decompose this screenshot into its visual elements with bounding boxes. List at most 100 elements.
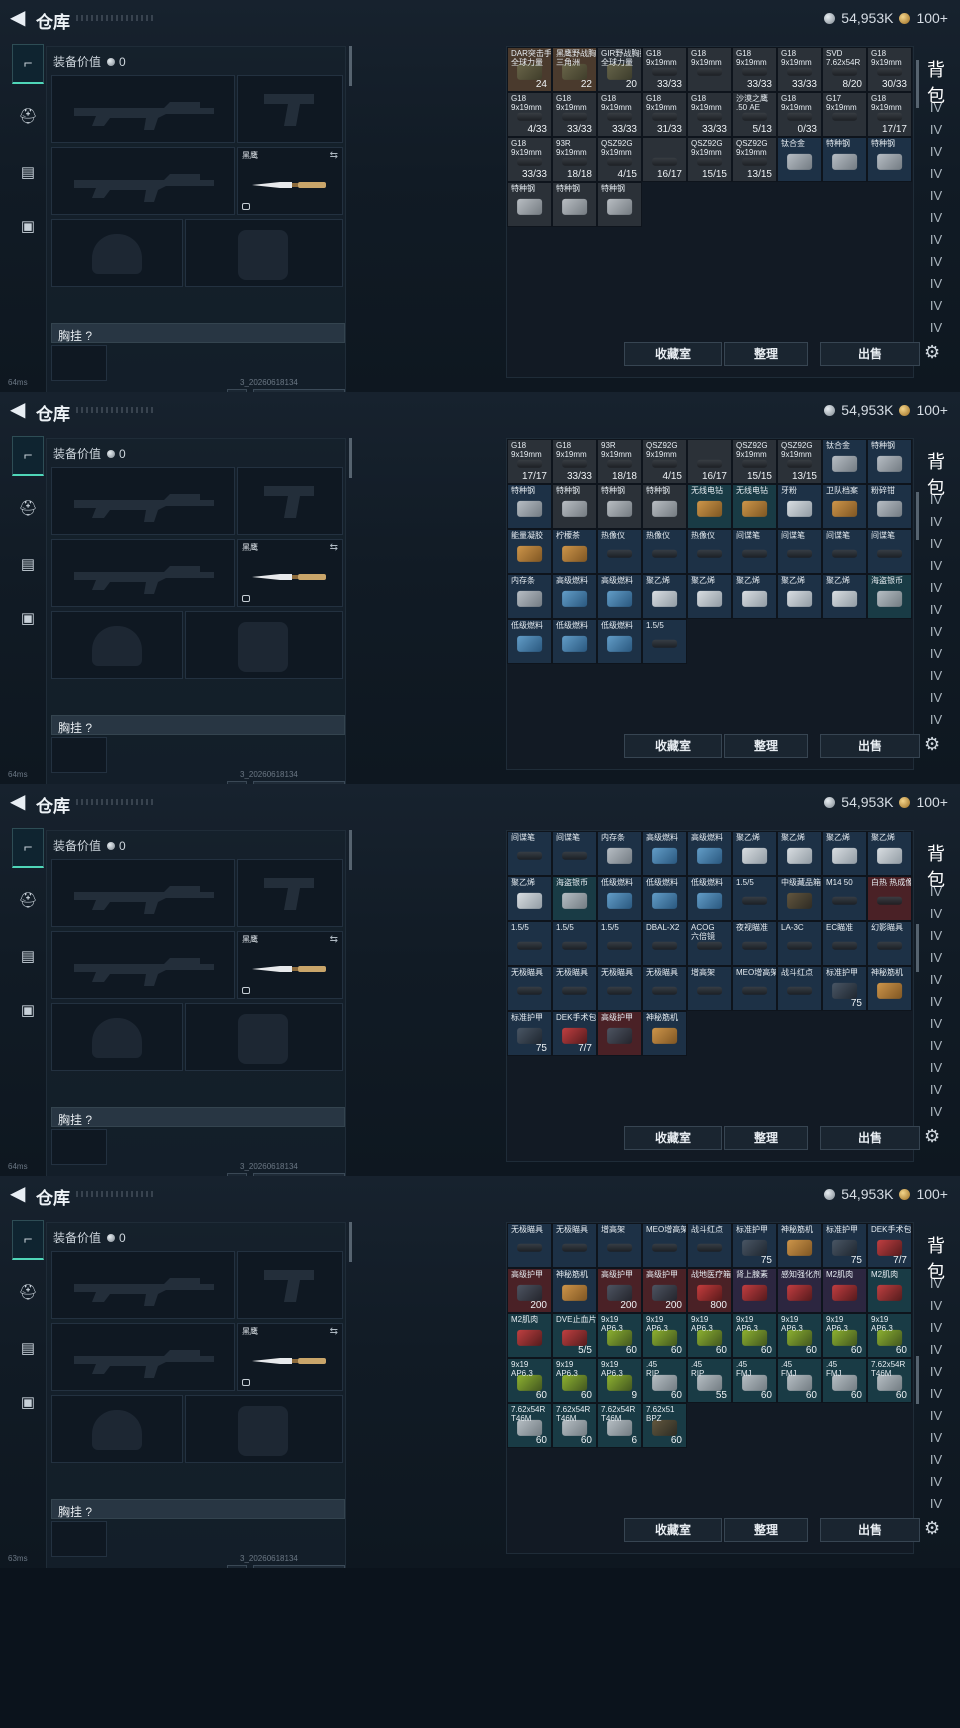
stash-item[interactable]: .45 RIP 60 bbox=[642, 1358, 687, 1403]
stash-item[interactable]: 感知强化剂 bbox=[777, 1268, 822, 1313]
bag-tab-icon[interactable]: ▣ bbox=[12, 206, 44, 246]
currency-display[interactable]: 54,953K 100+ bbox=[824, 402, 948, 418]
stash-item[interactable]: 战斗红点 bbox=[777, 966, 822, 1011]
stash-item[interactable]: 9x19 AP6.3 60 bbox=[507, 1358, 552, 1403]
stash-item[interactable]: 特种钢 bbox=[507, 484, 552, 529]
primary-weapon-slot[interactable] bbox=[51, 467, 235, 535]
stash-item[interactable]: 9x19 AP6.3 60 bbox=[597, 1313, 642, 1358]
chest-rig-header[interactable]: 胸挂 ? bbox=[51, 715, 345, 735]
stash-item[interactable]: GIR野战胸挂 全球力量 20 bbox=[597, 47, 642, 92]
stash-item[interactable]: 9x19 AP6.3 9 bbox=[597, 1358, 642, 1403]
storage-case-tab[interactable]: IV bbox=[924, 624, 948, 646]
stash-item[interactable]: 特种钢 bbox=[867, 137, 912, 182]
stash-item[interactable]: 标准护甲 75 bbox=[732, 1223, 777, 1268]
storage-case-tab[interactable]: IV bbox=[924, 1342, 948, 1364]
stash-item[interactable]: DBAL-X2 bbox=[642, 921, 687, 966]
loadout-scrollbar[interactable] bbox=[349, 46, 352, 86]
stash-item[interactable]: G18 9x19mm 33/33 bbox=[552, 92, 597, 137]
storage-case-tab[interactable]: IV bbox=[924, 928, 948, 950]
storage-case-tab[interactable]: IV bbox=[924, 1276, 948, 1298]
stash-item[interactable]: G18 9x19mm 33/33 bbox=[507, 137, 552, 182]
stash-grid[interactable]: DAR突击手胸挂 全球力量 24 黑鹰野战胸挂 三角洲 22 GIR野战胸挂 全球力量 2… bbox=[506, 46, 914, 378]
storage-case-tab[interactable]: IV bbox=[924, 254, 948, 276]
stash-item[interactable]: .45 RIP 55 bbox=[687, 1358, 732, 1403]
storage-case-tab[interactable]: IV bbox=[924, 646, 948, 668]
sell-button[interactable]: 出售 bbox=[820, 734, 920, 758]
stash-item[interactable]: G18 9x19mm 0/33 bbox=[777, 92, 822, 137]
settings-gear-icon[interactable]: ⚙ bbox=[924, 1518, 940, 1539]
primary-weapon-slot[interactable] bbox=[51, 859, 235, 927]
stash-item[interactable]: 标准护甲 75 bbox=[507, 1011, 552, 1056]
stash-item[interactable]: 7.62x51 BPZ 60 bbox=[642, 1403, 687, 1448]
storage-case-tab[interactable]: IV bbox=[924, 188, 948, 210]
bag-tab-icon[interactable]: ▣ bbox=[12, 598, 44, 638]
collection-button[interactable]: 收藏室 bbox=[624, 1518, 722, 1542]
helmet-slot[interactable] bbox=[51, 1003, 183, 1071]
weapon-tab-icon[interactable]: ⌐ bbox=[12, 436, 44, 476]
storage-case-tab[interactable]: IV bbox=[924, 580, 948, 602]
storage-case-tab[interactable]: IV bbox=[924, 1104, 948, 1126]
secondary-weapon-slot[interactable] bbox=[51, 147, 235, 215]
storage-case-tab[interactable]: IV bbox=[924, 492, 948, 514]
currency-display[interactable]: 54,953K 100+ bbox=[824, 10, 948, 26]
stash-item[interactable]: 无线电钻 bbox=[687, 484, 732, 529]
secondary-weapon-slot[interactable] bbox=[51, 539, 235, 607]
stash-item[interactable]: 高级燃料 bbox=[642, 831, 687, 876]
stash-item[interactable]: 9x19 AP6.3 60 bbox=[642, 1313, 687, 1358]
chest-rig-slot[interactable] bbox=[51, 1521, 107, 1557]
stash-item[interactable]: 聚乙烯 bbox=[687, 574, 732, 619]
storage-case-tab[interactable]: IV bbox=[924, 1298, 948, 1320]
stash-item[interactable]: 1.5/5 bbox=[642, 619, 687, 664]
armor-slot[interactable] bbox=[185, 1395, 343, 1463]
melee-slot[interactable]: 黑鹰 ⇆ bbox=[237, 1323, 343, 1391]
stash-item[interactable]: 16/17 bbox=[642, 137, 687, 182]
stash-item[interactable]: QSZ92G 9x19mm 13/15 bbox=[732, 137, 777, 182]
stash-item[interactable]: 增高架 bbox=[687, 966, 732, 1011]
chest-rig-header[interactable]: 胸挂 ? bbox=[51, 1107, 345, 1127]
storage-case-tab[interactable]: IV bbox=[924, 166, 948, 188]
stash-item[interactable]: G18 9x19mm 33/33 bbox=[732, 47, 777, 92]
armor-tab-icon[interactable]: ▤ bbox=[12, 544, 44, 584]
stash-item[interactable]: 粉碎钳 bbox=[867, 484, 912, 529]
stash-item[interactable]: 7.62x54R T46M 60 bbox=[507, 1403, 552, 1448]
stash-item[interactable]: 1.5/5 bbox=[597, 921, 642, 966]
helmet-slot[interactable] bbox=[51, 219, 183, 287]
list-view-button[interactable]: ☰ bbox=[227, 1565, 247, 1568]
sell-button[interactable]: 出售 bbox=[820, 342, 920, 366]
storage-case-tab[interactable]: IV bbox=[924, 122, 948, 144]
stash-item[interactable]: 高级燃料 bbox=[687, 831, 732, 876]
stash-item[interactable]: 标准护甲 75 bbox=[822, 966, 867, 1011]
bag-tab-icon[interactable]: ▣ bbox=[12, 1382, 44, 1422]
stash-item[interactable]: QSZ92G 9x19mm 4/15 bbox=[642, 439, 687, 484]
stash-item[interactable]: 夜视瞄准 bbox=[732, 921, 777, 966]
stash-grid[interactable]: 间谍笔 间谍笔 内存条 高级燃料 高级燃料 聚乙烯 聚乙烯 聚乙烯 聚乙烯 聚乙烯 海盗银币 低级燃料… bbox=[506, 830, 914, 1162]
stash-item[interactable]: 聚乙烯 bbox=[732, 574, 777, 619]
stash-item[interactable]: 无线电钻 bbox=[732, 484, 777, 529]
stash-item[interactable]: 增高架 bbox=[597, 1223, 642, 1268]
primary-weapon-slot[interactable] bbox=[51, 1251, 235, 1319]
stash-item[interactable]: .45 FMJ 60 bbox=[777, 1358, 822, 1403]
stash-item[interactable]: 低级燃料 bbox=[552, 619, 597, 664]
swap-icon[interactable]: ⇆ bbox=[330, 1326, 338, 1337]
back-arrow-icon[interactable]: ◀ bbox=[10, 1184, 25, 1204]
backpack-tab-icon[interactable]: 背包 bbox=[924, 56, 948, 106]
stash-item[interactable]: 低级燃料 bbox=[642, 876, 687, 921]
storage-case-tab[interactable]: IV bbox=[924, 558, 948, 580]
sort-button[interactable]: 整理 bbox=[724, 734, 808, 758]
pistol-slot[interactable] bbox=[237, 75, 343, 143]
stash-item[interactable]: 聚乙烯 bbox=[822, 831, 867, 876]
stash-grid[interactable]: G18 9x19mm 17/17 G18 9x19mm 33/33 93R 9x19mm… bbox=[506, 438, 914, 770]
stash-item[interactable]: 内存条 bbox=[507, 574, 552, 619]
stash-item[interactable]: QSZ92G 9x19mm 13/15 bbox=[777, 439, 822, 484]
stash-item[interactable]: 9x19 AP6.3 60 bbox=[867, 1313, 912, 1358]
stash-item[interactable]: 7.62x54R T46M 60 bbox=[552, 1403, 597, 1448]
currency-display[interactable]: 54,953K 100+ bbox=[824, 1186, 948, 1202]
melee-slot[interactable]: 黑鹰 ⇆ bbox=[237, 931, 343, 999]
stash-item[interactable]: 钛合金 bbox=[822, 439, 867, 484]
stash-item[interactable]: 9x19 AP6.3 60 bbox=[552, 1358, 597, 1403]
stash-item[interactable]: 神秘筋机 bbox=[867, 966, 912, 1011]
settings-gear-icon[interactable]: ⚙ bbox=[924, 734, 940, 755]
sell-button[interactable]: 出售 bbox=[820, 1518, 920, 1542]
stash-item[interactable]: 低级燃料 bbox=[507, 619, 552, 664]
stash-item[interactable]: 7.62x54R T46M 6 bbox=[597, 1403, 642, 1448]
